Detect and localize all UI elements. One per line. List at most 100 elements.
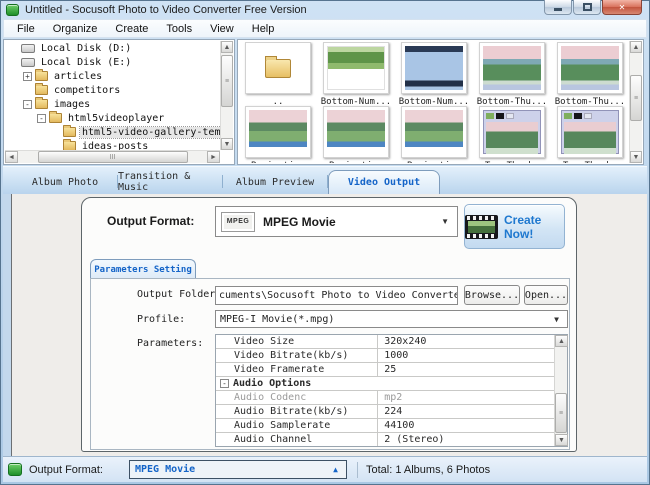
film-strip-icon: [465, 214, 498, 239]
tab-transition-music[interactable]: Transition & Music: [118, 170, 222, 194]
profile-dropdown[interactable]: MPEG-I Movie(*.mpg) ▼: [215, 310, 568, 328]
param-name: Audio Bitrate(kb/s): [216, 405, 379, 418]
tree-hscroll-thumb[interactable]: III: [37, 151, 188, 163]
thumbnail-item[interactable]: ..: [240, 42, 316, 107]
tree-item-html5-video-gallery-template[interactable]: html5-video-gallery-template: [5, 125, 220, 139]
open-button[interactable]: Open...: [524, 285, 568, 305]
create-now-label: Create Now!: [504, 212, 542, 241]
strip-square: [584, 113, 592, 119]
menu-item-tools[interactable]: Tools: [157, 21, 201, 37]
status-bar: Output Format: MPEG Movie ▲ Total: 1 Alb…: [3, 456, 647, 482]
folder-icon: [35, 83, 48, 95]
thumbnail-item[interactable]: Pagination: [318, 106, 394, 163]
param-row-audio-bitrate-kb-s-[interactable]: Audio Bitrate(kb/s) 224: [216, 405, 554, 419]
collapse-icon[interactable]: -: [23, 99, 32, 109]
scroll-up-icon[interactable]: ▲: [221, 41, 233, 53]
param-row-audio-samplerate[interactable]: Audio Samplerate 44100: [216, 419, 554, 433]
minimize-button[interactable]: [544, 0, 572, 15]
scroll-down-icon[interactable]: ▼: [555, 434, 568, 446]
tree-item-html5videoplayer[interactable]: - html5videoplayer: [5, 111, 220, 125]
menu-item-file[interactable]: File: [8, 21, 44, 37]
maximize-icon: [582, 3, 592, 11]
profile-value: MPEG-I Movie(*.mpg): [220, 313, 335, 325]
thumbnail-item[interactable]: Bottom-Num...: [318, 42, 394, 107]
scroll-down-icon[interactable]: ▼: [630, 151, 642, 163]
status-format-dropdown[interactable]: MPEG Movie ▲: [128, 460, 347, 479]
scroll-right-icon[interactable]: ►: [207, 151, 220, 163]
folder-icon: [63, 125, 76, 137]
param-value: 25: [384, 364, 397, 375]
tree-item-local-disk-e-[interactable]: Local Disk (E:): [5, 55, 220, 69]
thumbnail-item[interactable]: Top-Thumbn: [474, 106, 550, 163]
thumbnail-scene-e: [483, 110, 541, 154]
tree-item-articles[interactable]: + articles: [5, 69, 220, 83]
param-value: 320x240: [384, 336, 427, 347]
status-total-text: Total: 1 Albums, 6 Photos: [365, 463, 491, 476]
tree-item-images[interactable]: - images: [5, 97, 220, 111]
scroll-down-icon[interactable]: ▼: [221, 138, 233, 150]
expand-icon[interactable]: +: [23, 71, 32, 81]
tab-video-output[interactable]: Video Output: [328, 170, 440, 194]
thumbnail-item[interactable]: Pagination: [396, 106, 472, 163]
tree-item-ideas-posts[interactable]: ideas-posts: [5, 139, 220, 150]
table-vertical-scrollbar[interactable]: ▲ ≡ ▼: [554, 335, 568, 446]
tab-album-photo[interactable]: Album Photo: [13, 170, 117, 194]
scroll-up-icon[interactable]: ▲: [555, 335, 568, 347]
app-icon: [6, 3, 19, 16]
window-title: Untitled - Socusoft Photo to Video Conve…: [25, 3, 307, 16]
param-row-video-framerate[interactable]: Video Framerate 25: [216, 363, 554, 377]
folder-tree: Local Disk (D:) Local Disk (E:) + articles c…: [5, 41, 220, 150]
create-now-button[interactable]: Create Now!: [464, 204, 565, 249]
thumbnail-item[interactable]: Pagination: [240, 106, 316, 163]
explorer-area: Local Disk (D:) Local Disk (E:) + articles c…: [3, 38, 647, 166]
thumbnail-item[interactable]: Top-Thumbn: [552, 106, 628, 163]
param-row-video-size[interactable]: Video Size 320x240: [216, 335, 554, 349]
thumbnail-item[interactable]: Bottom-Thu...: [552, 42, 628, 107]
strip-square: [486, 113, 494, 119]
tree-item-label: images: [54, 98, 91, 110]
thumbnail-item[interactable]: Bottom-Num...: [396, 42, 472, 107]
output-folder-input[interactable]: cuments\Socusoft Photo to Video Converte…: [215, 286, 458, 305]
tree-item-competitors[interactable]: competitors: [5, 83, 220, 97]
tree-item-label: competitors: [54, 84, 121, 96]
thumb-vscroll-thumb[interactable]: ≡: [630, 75, 642, 121]
collapse-icon[interactable]: -: [220, 379, 229, 388]
param-row-video-bitrate-kb-s-[interactable]: Video Bitrate(kb/s) 1000: [216, 349, 554, 363]
maximize-button[interactable]: [573, 0, 601, 15]
param-group-name: - Audio Options: [216, 378, 311, 389]
strip-square: [574, 113, 582, 119]
scroll-up-icon[interactable]: ▲: [630, 41, 642, 53]
tree-vscroll-thumb[interactable]: ≡: [221, 55, 233, 107]
minimize-icon: [554, 8, 562, 11]
thumbnail-panel: .. Bottom-Num... Bottom-Num... Bottom-Thu..…: [237, 39, 644, 165]
thumbnail-item[interactable]: Bottom-Thu...: [474, 42, 550, 107]
param-row-audio-channel[interactable]: Audio Channel 2 (Stereo): [216, 433, 554, 446]
output-format-dropdown[interactable]: MPEG MPEG Movie ▼: [215, 206, 458, 237]
table-vscroll-thumb[interactable]: ≡: [555, 393, 567, 433]
browse-button[interactable]: Browse...: [464, 285, 520, 305]
tree-item-local-disk-d-[interactable]: Local Disk (D:): [5, 41, 220, 55]
thumbnail-image: [323, 106, 389, 158]
drive-icon: [21, 43, 35, 53]
thumbnail-label: Pagination: [318, 161, 394, 163]
collapse-icon[interactable]: -: [37, 113, 46, 123]
menu-item-organize[interactable]: Organize: [44, 21, 107, 37]
output-folder-label: Output Folder:: [137, 289, 222, 300]
tree-vertical-scrollbar[interactable]: ▲ ≡ ▼: [220, 41, 233, 150]
scroll-left-icon[interactable]: ◄: [5, 151, 18, 163]
param-row-audio-codenc[interactable]: Audio Codenc mp2: [216, 391, 554, 405]
param-row-audio-options[interactable]: - Audio Options: [216, 377, 554, 391]
close-button[interactable]: ✕: [602, 0, 642, 15]
tree-horizontal-scrollbar[interactable]: ◄ III ►: [5, 150, 220, 163]
thumb-vertical-scrollbar[interactable]: ▲ ≡ ▼: [629, 41, 642, 163]
tab-album-preview[interactable]: Album Preview: [223, 170, 327, 194]
parameters-fieldset: Output Folder: cuments\Socusoft Photo to…: [90, 278, 570, 450]
folder-icon: [35, 97, 48, 109]
parameters-setting-tab[interactable]: Parameters Setting: [90, 259, 196, 279]
title-bar: Untitled - Socusoft Photo to Video Conve…: [0, 0, 650, 19]
param-name: Video Size: [216, 335, 379, 348]
menu-item-view[interactable]: View: [201, 21, 243, 37]
menu-item-create[interactable]: Create: [106, 21, 157, 37]
menu-item-help[interactable]: Help: [243, 21, 284, 37]
parameters-label: Parameters:: [137, 338, 204, 349]
